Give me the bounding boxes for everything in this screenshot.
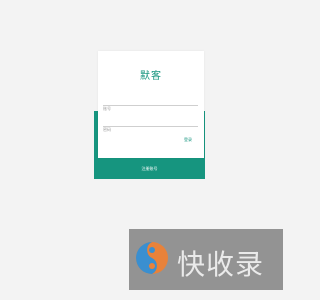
watermark-logo-icon bbox=[136, 242, 168, 274]
login-button[interactable]: 登录 bbox=[184, 137, 192, 143]
login-card: 默客 登录 bbox=[98, 51, 204, 158]
username-field bbox=[103, 95, 198, 114]
watermark-text: 快收录 bbox=[177, 248, 265, 281]
register-link[interactable]: 注册账号 bbox=[94, 166, 205, 172]
login-page: 默客 登录 注册账号 快收录 bbox=[0, 0, 300, 300]
password-input[interactable] bbox=[103, 124, 198, 135]
username-input[interactable] bbox=[103, 103, 198, 114]
password-field bbox=[103, 116, 198, 135]
card-title: 默客 bbox=[140, 71, 162, 82]
